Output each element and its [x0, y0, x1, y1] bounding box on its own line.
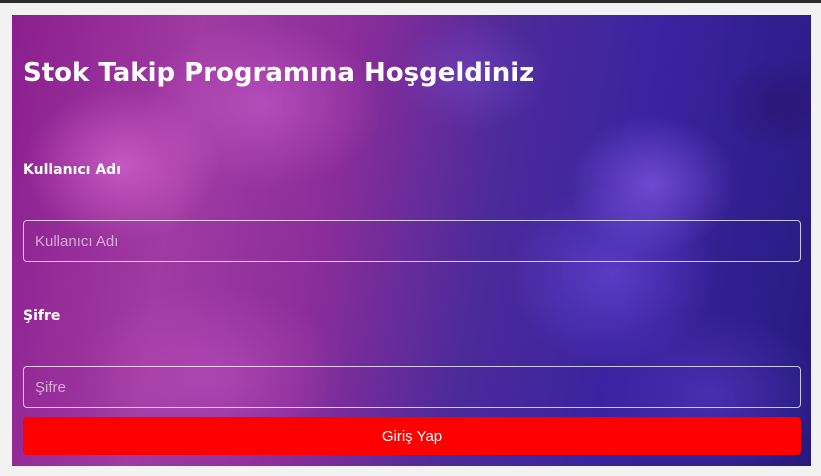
login-button[interactable]: Giriş Yap: [23, 417, 801, 455]
password-label: Şifre: [23, 308, 61, 324]
username-input[interactable]: [23, 220, 801, 262]
page-title: Stok Takip Programına Hoşgeldiniz: [23, 58, 535, 88]
username-label: Kullanıcı Adı: [23, 162, 122, 178]
password-input[interactable]: [23, 366, 801, 408]
login-panel: Stok Takip Programına Hoşgeldiniz Kullan…: [12, 15, 811, 466]
window-top-border: [0, 0, 821, 3]
